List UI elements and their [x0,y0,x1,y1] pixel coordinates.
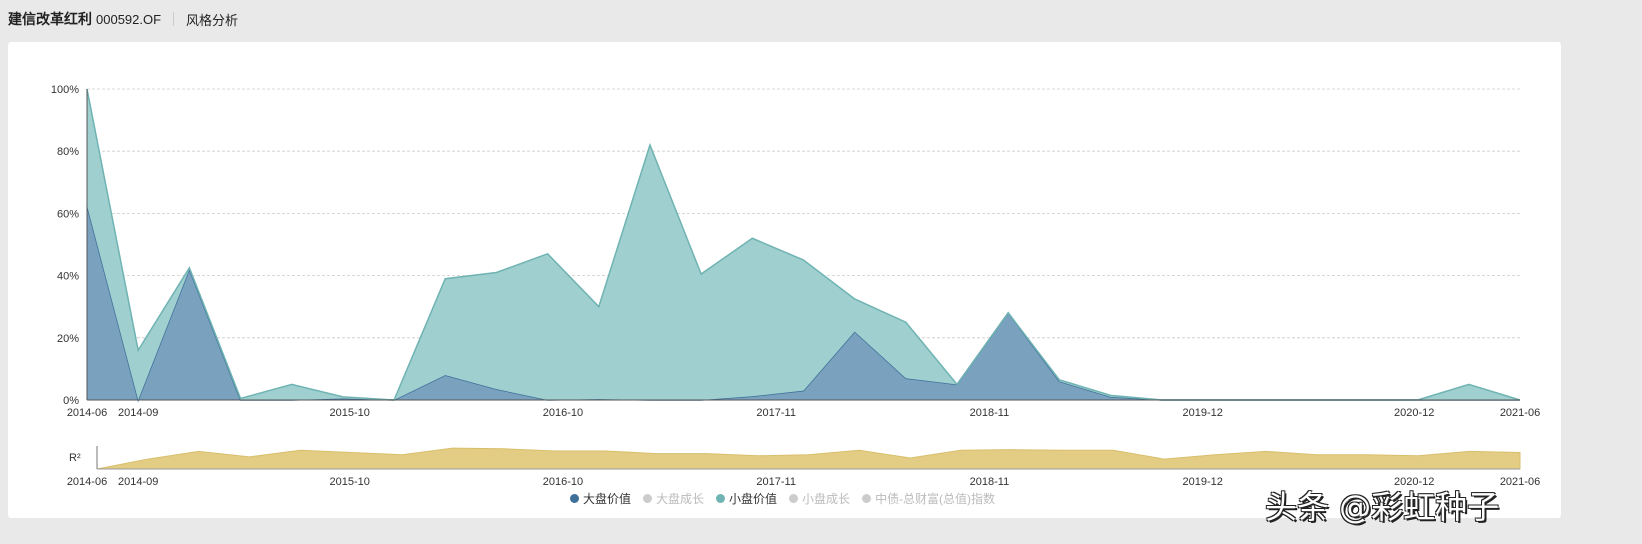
legend-label: 小盘价值 [729,492,778,506]
r2-x-tick-label: 2014-06 [67,476,107,488]
r2-x-tick-label: 2019-12 [1183,476,1223,488]
legend-label: 大盘成长 [656,492,705,506]
y-tick-label: 20% [57,333,79,345]
y-tick-label: 0% [63,395,79,407]
y-tick-label: 40% [57,271,79,283]
y-tick-label: 100% [51,84,79,96]
legend-dot-icon [570,494,579,503]
legend-label: 小盘成长 [802,492,851,506]
legend-dot-icon [789,494,799,503]
r2-area [96,447,1521,470]
x-tick-label: 2014-09 [118,407,158,419]
legend-item[interactable]: 中债-总财富(总值)指数 [862,490,995,507]
r2-x-tick-label: 2015-10 [330,476,370,488]
legend-item[interactable]: 大盘价值 [570,490,631,507]
x-tick-label: 2020-12 [1394,407,1434,419]
x-tick-label: 2021-06 [1500,407,1540,419]
r2-label: R² [69,452,81,464]
r2-x-tick-label: 2014-09 [118,476,158,488]
legend-item[interactable]: 小盘价值 [716,490,777,507]
area-小盘价值 [87,89,1520,400]
x-tick-label: 2017-11 [756,407,796,419]
r2-x-tick-label: 2018-11 [970,476,1010,488]
x-tick-label: 2016-10 [543,407,583,419]
legend-label: 大盘价值 [583,492,632,506]
r2-x-tick-label: 2021-06 [1500,476,1540,488]
style-analysis-chart: 0% 20% 40% 60% 80% 100% 2014-06 2014-09 2015-10 2… [51,84,1540,488]
y-tick-label: 80% [57,146,79,158]
r2-x-tick-label: 2016-10 [543,476,583,488]
chart-legend: 大盘价值 大盘成长 小盘价值 小盘成长 中债-总财富(总值)指数 [570,490,995,507]
legend-label: 中债-总财富(总值)指数 [875,492,996,506]
legend-item[interactable]: 小盘成长 [789,490,850,507]
x-tick-label: 2018-11 [970,407,1010,419]
legend-dot-icon [643,494,653,503]
x-tick-label: 2019-12 [1183,407,1223,419]
x-tick-label: 2014-06 [67,407,107,419]
legend-dot-icon [716,494,726,503]
r2-x-tick-label: 2017-11 [756,476,796,488]
legend-dot-icon [862,494,872,503]
legend-item[interactable]: 大盘成长 [643,490,704,507]
y-tick-label: 60% [57,208,79,220]
x-tick-label: 2015-10 [330,407,370,419]
watermark: 头条 @彩虹种子 [1265,488,1500,526]
